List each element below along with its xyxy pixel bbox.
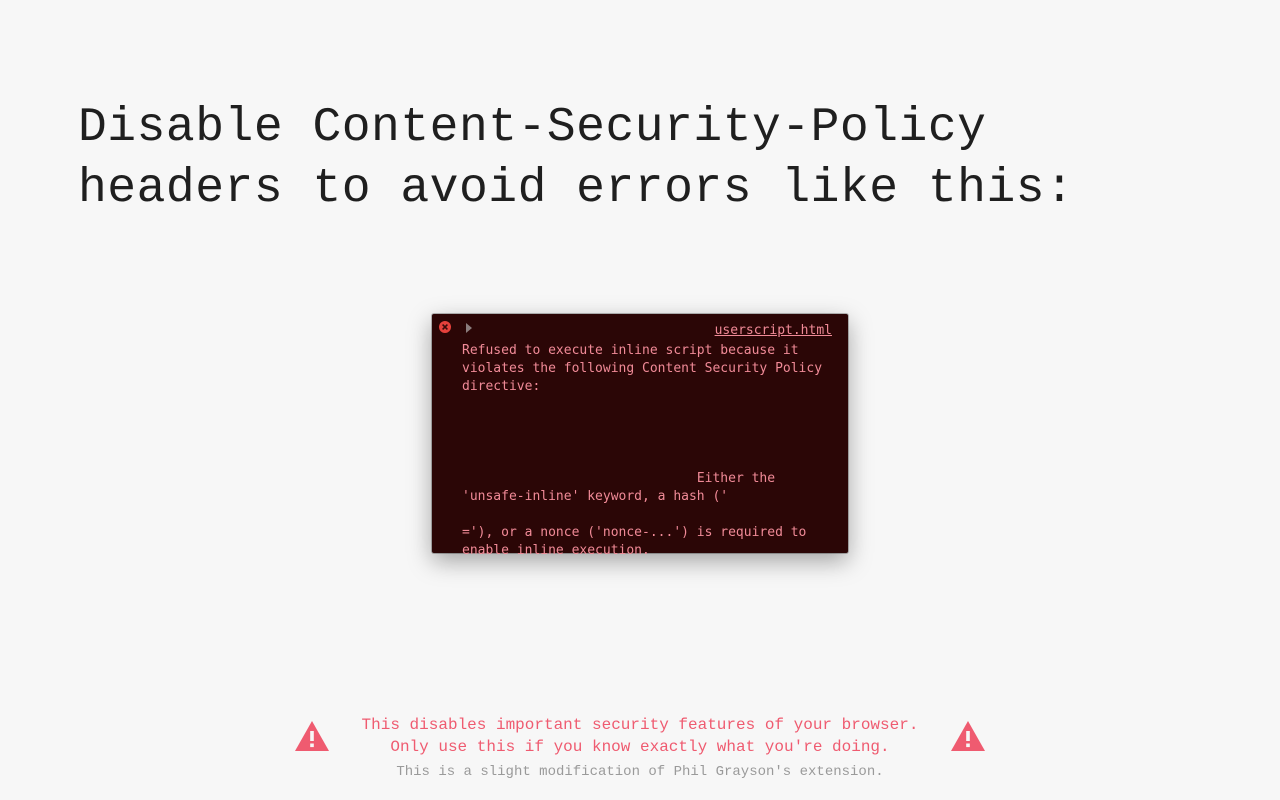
warning-icon — [950, 720, 986, 752]
page: Disable Content-Security-Policy headers … — [0, 0, 1280, 800]
warning-icon — [294, 720, 330, 752]
expand-caret-icon[interactable] — [466, 323, 472, 333]
close-icon — [439, 321, 451, 333]
source-file-link[interactable]: userscript.html — [715, 322, 832, 340]
page-title: Disable Content-Security-Policy headers … — [78, 98, 1202, 221]
warning-line-2: Only use this if you know exactly what y… — [362, 736, 919, 758]
devtools-console-error: userscript.html Refused to execute inlin… — [432, 314, 848, 553]
console-inner: userscript.html Refused to execute inlin… — [432, 314, 848, 553]
footer-text: This disables important security feature… — [362, 714, 919, 782]
warning-line-1: This disables important security feature… — [362, 714, 919, 736]
error-message-top: Refused to execute inline script because… — [462, 342, 832, 396]
footer: This disables important security feature… — [0, 714, 1280, 782]
attribution-line: This is a slight modification of Phil Gr… — [362, 762, 919, 782]
error-message-bottom: Either the 'unsafe-inline' keyword, a ha… — [462, 470, 832, 560]
